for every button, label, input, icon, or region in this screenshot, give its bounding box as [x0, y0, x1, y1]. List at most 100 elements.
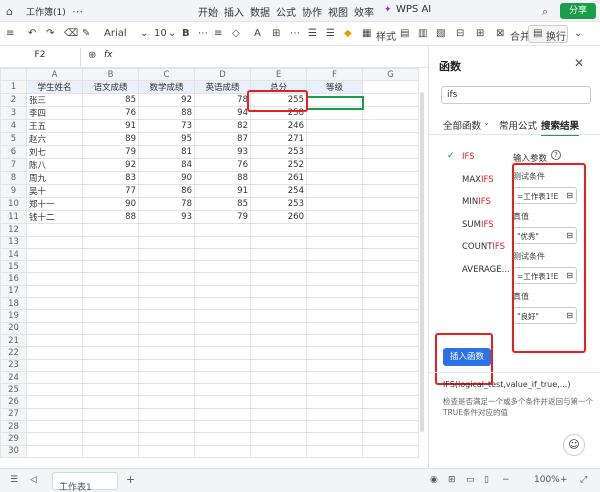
cell[interactable] [306, 171, 363, 186]
cell[interactable] [82, 346, 139, 360]
cell[interactable] [250, 358, 307, 372]
style-label[interactable]: 样式 [376, 28, 396, 43]
cell[interactable] [138, 346, 195, 360]
row-header[interactable]: 15 [0, 260, 27, 274]
cell[interactable]: 78 [138, 197, 195, 212]
row-header[interactable]: 5 [0, 132, 27, 147]
cell[interactable] [362, 145, 419, 160]
cell[interactable] [306, 210, 363, 225]
column-header-g[interactable]: G [362, 68, 419, 82]
search-icon[interactable]: ⌕ [542, 5, 548, 19]
cell[interactable] [138, 383, 195, 397]
cell[interactable]: 253 [250, 145, 307, 160]
cell[interactable] [138, 321, 195, 335]
cell[interactable] [194, 321, 251, 335]
cell[interactable]: 王五 [26, 119, 83, 134]
cell[interactable] [362, 210, 419, 225]
cell[interactable] [138, 333, 195, 348]
align-right-icon[interactable]: ☰ [326, 28, 335, 39]
cell[interactable] [26, 321, 83, 335]
cell[interactable] [82, 444, 139, 458]
cell[interactable] [138, 309, 195, 323]
tab-common-formulas[interactable]: 常用公式 [499, 118, 537, 132]
cell[interactable] [194, 407, 251, 422]
zoom-out-icon[interactable]: − [502, 475, 510, 485]
merge-icon[interactable]: ⊠ [496, 28, 504, 39]
align-left-icon[interactable]: ≡ [214, 28, 222, 39]
cell[interactable]: 261 [250, 171, 307, 186]
cell[interactable]: 92 [138, 93, 195, 108]
cell[interactable]: 李四 [26, 106, 83, 121]
cell[interactable] [26, 284, 83, 299]
cell[interactable] [26, 260, 83, 274]
cell[interactable] [306, 260, 363, 274]
cell[interactable] [250, 260, 307, 274]
sheets-menu-icon[interactable]: ☰ [10, 475, 18, 485]
cell-reference-box[interactable]: F2 [0, 50, 80, 64]
cell[interactable] [194, 247, 251, 262]
font-size-dropdown-icon[interactable]: ⌄ [168, 28, 176, 39]
cell[interactable] [362, 284, 419, 299]
zoom-level[interactable]: 100% [534, 475, 560, 485]
cell[interactable] [26, 235, 83, 249]
function-search-input[interactable]: ifs [441, 86, 591, 104]
column-header-e[interactable]: E [250, 68, 307, 82]
cell[interactable] [362, 197, 419, 212]
cell[interactable] [138, 444, 195, 458]
column-header-f[interactable]: F [306, 68, 363, 82]
share-button[interactable]: 分享 [560, 3, 596, 19]
brush-icon[interactable]: ✎ [82, 28, 90, 39]
font-color-icon[interactable]: A [254, 28, 261, 39]
cell[interactable]: 271 [250, 132, 307, 147]
document-title[interactable]: 工作簿(1) [26, 5, 66, 18]
cell[interactable] [26, 420, 83, 434]
cell[interactable] [26, 346, 83, 360]
cell[interactable] [194, 370, 251, 385]
cell[interactable] [194, 395, 251, 409]
cell[interactable]: 82 [194, 119, 251, 134]
cell[interactable] [306, 432, 363, 446]
row-header[interactable]: 24 [0, 370, 27, 385]
border-icon[interactable]: ⊞ [272, 28, 280, 39]
cell[interactable] [306, 309, 363, 323]
filter-icon[interactable]: ⊟ [456, 28, 464, 39]
cell[interactable] [362, 93, 419, 108]
cell[interactable]: 88 [194, 171, 251, 186]
cell[interactable] [362, 80, 419, 95]
cell[interactable] [194, 420, 251, 434]
cell[interactable] [138, 297, 195, 311]
cell[interactable] [194, 260, 251, 274]
cell[interactable] [194, 223, 251, 237]
cell[interactable] [250, 284, 307, 299]
cell[interactable] [306, 223, 363, 237]
cell[interactable]: 252 [250, 158, 307, 173]
row-header[interactable]: 27 [0, 407, 27, 422]
cell[interactable] [194, 346, 251, 360]
cell[interactable] [306, 284, 363, 299]
cell[interactable] [26, 333, 83, 348]
header-cell[interactable]: 数学成绩 [138, 80, 195, 95]
cell[interactable]: 90 [82, 197, 139, 212]
cell[interactable] [250, 432, 307, 446]
cell[interactable] [26, 383, 83, 397]
more-icon[interactable]: ⋯ [290, 28, 300, 39]
cell[interactable] [194, 383, 251, 397]
row-header[interactable]: 30 [0, 444, 27, 458]
menu-icon[interactable]: ≡ [6, 28, 14, 39]
fill-color-icon[interactable]: ◇ [232, 28, 240, 39]
cell[interactable] [306, 132, 363, 147]
cell[interactable]: 254 [250, 184, 307, 199]
cell[interactable] [82, 284, 139, 299]
cell[interactable] [26, 407, 83, 422]
layout-icon[interactable]: ▭ [466, 475, 475, 485]
cell[interactable] [306, 444, 363, 458]
font-name-select[interactable]: Arial [104, 28, 127, 39]
cell[interactable] [362, 346, 419, 360]
cell[interactable] [362, 247, 419, 262]
cell[interactable] [250, 395, 307, 409]
tab-collab[interactable]: 协作 [302, 4, 322, 19]
cell[interactable] [26, 444, 83, 458]
cell[interactable] [82, 223, 139, 237]
cell[interactable] [250, 444, 307, 458]
row-header[interactable]: 21 [0, 333, 27, 348]
